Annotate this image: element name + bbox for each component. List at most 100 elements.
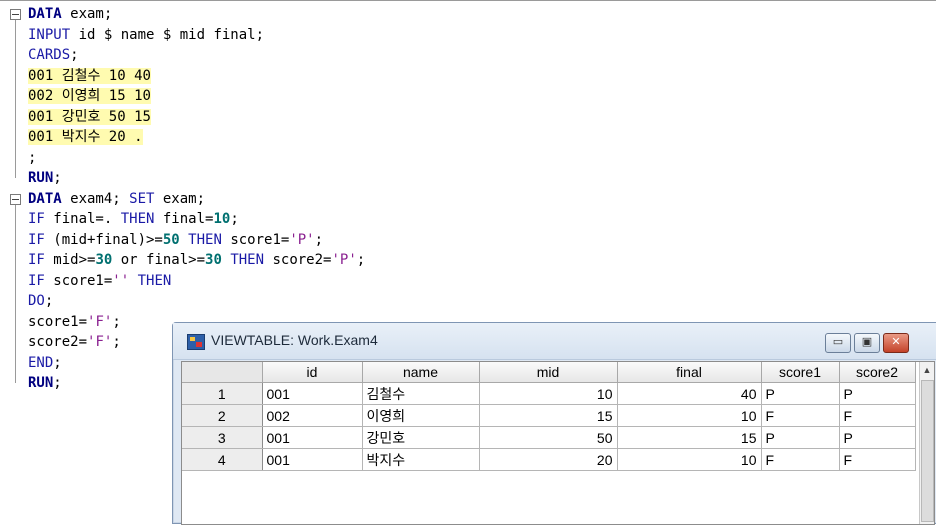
code-token: '' [112,272,130,289]
code-token: DO [28,293,45,309]
cell-score2[interactable]: P [839,426,916,449]
code-token: 10 [213,211,231,227]
cell-name[interactable]: 이영희 [362,404,480,427]
code-token: exam; [154,190,206,207]
code-token: 001 김철수 10 40 [28,67,151,84]
col-header-final[interactable]: final [617,362,762,383]
code-line: CARDS; [28,45,79,65]
viewtable-window[interactable]: VIEWTABLE: Work.Exam4 ▭ ▣ ✕ id name mid … [172,322,936,525]
code-line: IF final=. THEN final=10; [28,209,239,229]
code-line: score2='F'; [28,332,121,352]
cell-id[interactable]: 001 [262,382,363,405]
cell-name[interactable]: 강민호 [362,426,480,449]
fold-guide [15,204,16,383]
cell-final[interactable]: 10 [617,404,762,427]
code-token: ; [53,375,62,391]
code-token: ; [28,149,37,166]
cell-mid[interactable]: 10 [479,382,618,405]
cell-final[interactable]: 15 [617,426,762,449]
cell-mid[interactable]: 15 [479,404,618,427]
code-token: 50 [162,231,180,248]
close-button[interactable]: ✕ [883,333,909,353]
window-title: VIEWTABLE: Work.Exam4 [211,332,378,348]
code-line: score1='F'; [28,312,121,332]
data-grid[interactable]: id name mid final score1 score2 1 001 김철수 1… [181,361,935,525]
code-token: 001 강민호 50 15 [28,108,151,125]
code-token: 001 박지수 20 . [28,129,143,145]
code-token: 'F' [87,334,113,350]
row-number[interactable]: 2 [182,404,263,427]
table-row[interactable]: 3 001 강민호 50 15 P P [182,426,916,449]
code-token: 'P' [331,252,357,268]
data-table: id name mid final score1 score2 1 001 김철수 1… [182,362,916,471]
table-row[interactable]: 1 001 김철수 10 40 P P [182,382,916,405]
col-header-name[interactable]: name [362,362,480,383]
code-token: SET [129,190,155,207]
code-token: score1= [221,231,290,248]
row-number[interactable]: 3 [182,426,263,449]
table-row[interactable]: 4 001 박지수 20 10 F F [182,448,916,471]
code-token: INPUT [28,26,71,43]
fold-toggle-icon[interactable] [10,9,21,20]
code-token: IF [28,211,45,227]
cell-final[interactable]: 10 [617,448,762,471]
code-token: id $ name $ mid final; [70,26,265,43]
col-header-mid[interactable]: mid [479,362,618,383]
code-line: INPUT id $ name $ mid final; [28,25,264,45]
scroll-thumb[interactable] [921,380,934,522]
cell-mid[interactable]: 20 [479,448,618,471]
code-token: ; [356,252,366,268]
cell-id[interactable]: 001 [262,426,363,449]
code-line: END; [28,353,62,373]
cell-score1[interactable]: F [761,404,840,427]
cell-id[interactable]: 001 [262,448,363,471]
code-line: RUN; [28,373,62,393]
code-line: DATA exam; [28,4,112,24]
code-token: ; [53,170,62,186]
col-header-score1[interactable]: score1 [761,362,840,383]
maximize-button[interactable]: ▣ [854,333,880,353]
row-number[interactable]: 4 [182,448,263,471]
window-titlebar[interactable]: VIEWTABLE: Work.Exam4 ▭ ▣ ✕ [173,323,936,360]
code-token: score2= [264,252,332,268]
table-row[interactable]: 2 002 이영희 15 10 F F [182,404,916,427]
code-line: DO; [28,291,53,311]
cell-score1[interactable]: F [761,448,840,471]
minimize-button[interactable]: ▭ [825,333,851,353]
col-header-score2[interactable]: score2 [839,362,916,383]
code-token: ; [314,231,324,248]
code-line: 002 이영희 15 10 [28,86,151,106]
col-header-id[interactable]: id [262,362,363,383]
code-line: IF mid>=30 or final>=30 THEN score2='P'; [28,250,365,270]
cell-score1[interactable]: P [761,382,840,405]
code-token: ; [112,313,121,330]
cell-score2[interactable]: F [839,404,916,427]
vertical-scrollbar[interactable]: ▲ [919,362,934,524]
code-line: IF score1='' THEN [28,271,171,291]
code-token: mid>= [44,252,96,268]
cell-name[interactable]: 박지수 [362,448,480,471]
code-token: 'P' [289,231,315,248]
row-number[interactable]: 1 [182,382,263,405]
cell-score2[interactable]: P [839,382,916,405]
code-token: score1= [44,272,113,289]
code-token: RUN [28,170,54,186]
cell-name[interactable]: 김철수 [362,382,480,405]
code-token: ; [112,334,121,350]
code-line: IF (mid+final)>=50 THEN score1='P'; [28,230,323,250]
cell-id[interactable]: 002 [262,404,363,427]
code-token: ; [53,354,62,371]
cell-score1[interactable]: P [761,426,840,449]
cell-mid[interactable]: 50 [479,426,618,449]
cell-final[interactable]: 40 [617,382,762,405]
code-token: 30 [205,252,222,268]
cell-score2[interactable]: F [839,448,916,471]
code-token: RUN [28,375,54,391]
code-token: CARDS [28,47,71,63]
scroll-up-arrow-icon[interactable]: ▲ [920,362,934,378]
fold-toggle-icon[interactable] [10,193,21,205]
code-token: (mid+final)>= [44,231,163,248]
viewtable-app-icon [187,334,205,350]
